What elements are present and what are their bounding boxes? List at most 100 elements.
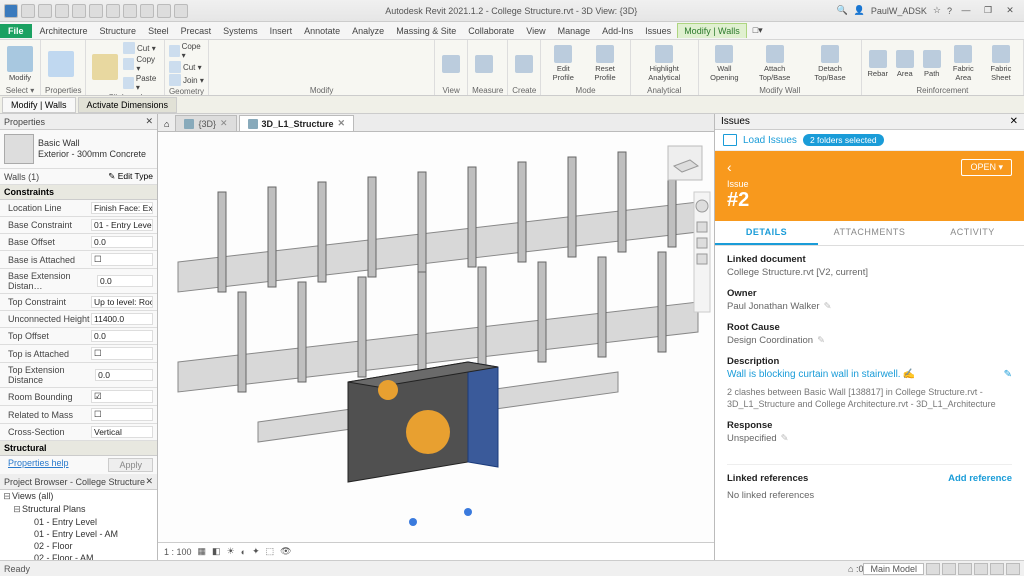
- property-row[interactable]: Unconnected Height11400.0: [0, 311, 157, 328]
- structural-header[interactable]: Structural: [0, 441, 157, 456]
- qat-open-icon[interactable]: [21, 4, 35, 18]
- edit-profile-button[interactable]: Edit Profile: [545, 42, 581, 85]
- status-icon[interactable]: [990, 563, 1004, 575]
- tab-massing[interactable]: Massing & Site: [390, 24, 462, 38]
- tab-attachments[interactable]: ATTACHMENTS: [818, 221, 921, 245]
- tab-collaborate[interactable]: Collaborate: [462, 24, 520, 38]
- splitgap-icon[interactable]: [229, 58, 243, 72]
- align-icon[interactable]: [373, 42, 387, 56]
- modify-button[interactable]: Modify: [4, 42, 36, 85]
- apply-button[interactable]: Apply: [108, 458, 153, 472]
- tab-collapse[interactable]: □▾: [747, 23, 769, 38]
- tab-architecture[interactable]: Architecture: [34, 24, 94, 38]
- qat-redo-icon[interactable]: [89, 4, 103, 18]
- qat-print-icon[interactable]: [106, 4, 120, 18]
- close-icon[interactable]: ✕: [338, 118, 346, 129]
- 3d-viewport[interactable]: [158, 132, 714, 542]
- constraints-header[interactable]: Constraints: [0, 185, 157, 200]
- tab-modify-walls[interactable]: Modify | Walls: [677, 23, 747, 38]
- properties-button[interactable]: [45, 42, 77, 85]
- tab-structure[interactable]: Structure: [94, 24, 143, 38]
- expander-icon[interactable]: ⊟: [12, 504, 22, 515]
- tab-details[interactable]: DETAILS: [715, 221, 818, 245]
- property-value[interactable]: 0.0: [91, 330, 153, 342]
- tree-item[interactable]: 02 - Floor: [0, 540, 157, 552]
- property-value[interactable]: 0.0: [97, 275, 153, 287]
- wall-opening-button[interactable]: Wall Opening: [703, 42, 746, 85]
- main-model-dropdown[interactable]: Main Model: [863, 563, 924, 575]
- maximize-button[interactable]: ❐: [980, 4, 996, 18]
- property-value[interactable]: ☐: [91, 253, 153, 266]
- trim-icon[interactable]: [261, 42, 275, 56]
- tab-view[interactable]: View: [520, 24, 551, 38]
- project-browser-header[interactable]: Project Browser - College Structure✕: [0, 474, 157, 490]
- property-row[interactable]: Top Extension Distance0.0: [0, 363, 157, 388]
- selection-count[interactable]: ⌂ :0: [848, 564, 863, 574]
- visual-style-icon[interactable]: ◧: [212, 546, 221, 557]
- property-value[interactable]: 01 - Entry Level: [91, 219, 153, 231]
- view-tab-structure[interactable]: 3D_L1_Structure✕: [239, 115, 355, 131]
- view-btn1[interactable]: [439, 42, 463, 85]
- revit-logo-icon[interactable]: [4, 4, 18, 18]
- project-browser-tree[interactable]: ⊟Views (all)⊟Structural Plans01 - Entry …: [0, 490, 157, 560]
- area-button[interactable]: Area: [893, 42, 917, 85]
- help-icon[interactable]: ?: [947, 6, 952, 16]
- property-row[interactable]: Base is Attached☐: [0, 251, 157, 269]
- cut-button[interactable]: Cut ▾: [123, 42, 160, 54]
- status-icon[interactable]: [958, 563, 972, 575]
- match-button[interactable]: Paste ▾: [123, 74, 160, 92]
- property-value[interactable]: Vertical: [91, 426, 153, 438]
- favorites-icon[interactable]: ☆: [933, 5, 941, 16]
- join-button[interactable]: Join ▾: [169, 74, 204, 86]
- property-value[interactable]: Up to level: Roof: [91, 296, 153, 308]
- tab-addins[interactable]: Add-Ins: [596, 24, 639, 38]
- path-button[interactable]: Path: [920, 42, 944, 85]
- edit-icon[interactable]: ✎: [781, 433, 789, 444]
- close-icon[interactable]: ✕: [220, 118, 228, 129]
- hide-icon[interactable]: 👁: [280, 546, 291, 557]
- edit-type-button[interactable]: ✎ Edit Type: [108, 171, 153, 182]
- tab-annotate[interactable]: Annotate: [298, 24, 346, 38]
- edit-icon[interactable]: ✎: [817, 335, 825, 346]
- close-icon[interactable]: ✕: [1010, 116, 1018, 127]
- detail-icon[interactable]: ▦: [198, 546, 207, 557]
- property-row[interactable]: Top is Attached☐: [0, 345, 157, 363]
- qat-undo-icon[interactable]: [72, 4, 86, 18]
- rebar-button[interactable]: Rebar: [866, 42, 890, 85]
- view-tab-3d[interactable]: {3D}✕: [175, 115, 236, 131]
- corner-icon[interactable]: [213, 58, 227, 72]
- property-row[interactable]: Base Offset0.0: [0, 234, 157, 251]
- tab-manage[interactable]: Manage: [552, 24, 597, 38]
- open-status-button[interactable]: OPEN ▾: [961, 159, 1012, 176]
- property-row[interactable]: Top ConstraintUp to level: Roof: [0, 294, 157, 311]
- property-row[interactable]: Location LineFinish Face: Exterior: [0, 200, 157, 217]
- load-issues-link[interactable]: Load Issues: [743, 135, 797, 146]
- add-reference-button[interactable]: Add reference: [948, 473, 1012, 484]
- shadows-icon[interactable]: ◐: [241, 547, 246, 557]
- offset-icon[interactable]: [293, 42, 307, 56]
- property-row[interactable]: Base Extension Distan…0.0: [0, 269, 157, 294]
- qat-measure-icon[interactable]: [123, 4, 137, 18]
- activate-dimensions-button[interactable]: Activate Dimensions: [78, 97, 178, 113]
- status-icon[interactable]: [1006, 563, 1020, 575]
- rotate-icon[interactable]: [245, 42, 259, 56]
- detach-button[interactable]: Detach Top/Base: [803, 42, 856, 85]
- tree-item[interactable]: ⊟Structural Plans: [0, 503, 157, 516]
- property-row[interactable]: Cross-SectionVertical: [0, 424, 157, 441]
- qat-text-icon[interactable]: [174, 4, 188, 18]
- minimize-button[interactable]: —: [958, 4, 974, 18]
- tab-activity[interactable]: ACTIVITY: [921, 221, 1024, 245]
- file-tab[interactable]: File: [0, 24, 32, 38]
- user-icon[interactable]: 👤: [854, 5, 865, 16]
- property-value[interactable]: ☐: [91, 408, 153, 421]
- highlight-analytical-button[interactable]: Highlight Analytical: [635, 42, 694, 85]
- description-input[interactable]: Wall is blocking curtain wall in stairwe…: [727, 369, 1012, 380]
- unpin-icon[interactable]: [245, 58, 259, 72]
- cope-button[interactable]: Cope ▾: [169, 42, 204, 60]
- copy-mod-icon[interactable]: [229, 42, 243, 56]
- tree-item[interactable]: 01 - Entry Level: [0, 516, 157, 528]
- edit-icon[interactable]: ✎: [824, 301, 832, 312]
- attach-button[interactable]: Attach Top/Base: [749, 42, 800, 85]
- tab-issues[interactable]: Issues: [639, 24, 677, 38]
- qat-save-icon[interactable]: [38, 4, 52, 18]
